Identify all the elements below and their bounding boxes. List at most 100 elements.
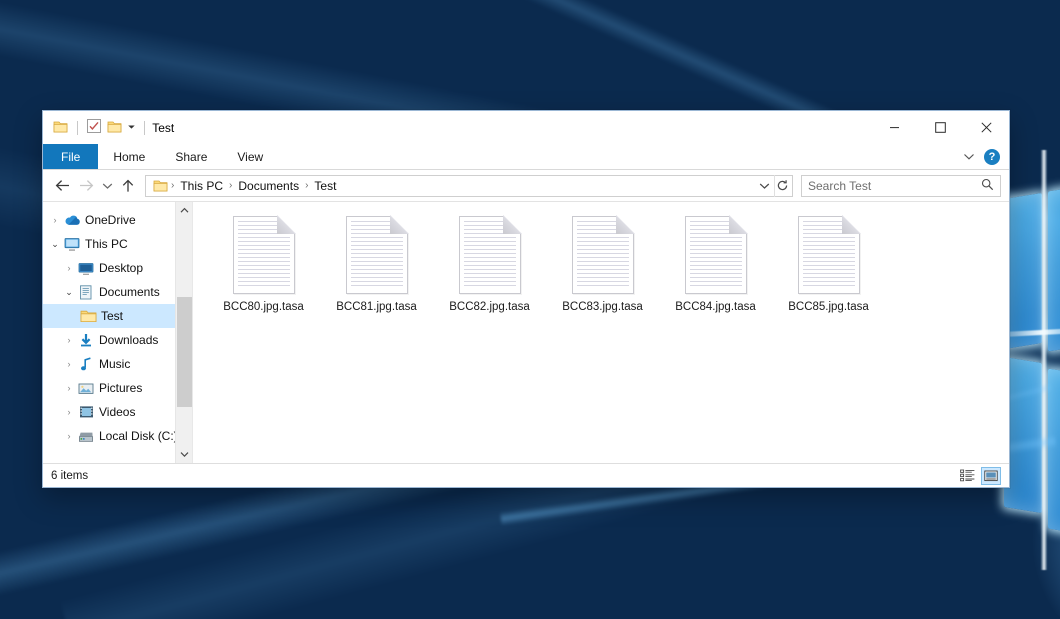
- sidebar-item-this-pc[interactable]: ⌄ This PC: [43, 232, 192, 256]
- sidebar-item-documents[interactable]: ⌄ Documents: [43, 280, 192, 304]
- sidebar-item-pictures[interactable]: › Pictures: [43, 376, 192, 400]
- sidebar-item-music[interactable]: › Music: [43, 352, 192, 376]
- close-button[interactable]: [963, 111, 1009, 144]
- address-bar[interactable]: › This PC › Documents › Test: [145, 175, 793, 197]
- music-icon: [77, 357, 95, 372]
- large-icons-view-button[interactable]: [981, 467, 1001, 485]
- file-name: BCC85.jpg.tasa: [788, 301, 869, 313]
- generic-file-icon: [685, 216, 747, 294]
- window-title: Test: [152, 121, 174, 135]
- file-name: BCC82.jpg.tasa: [449, 301, 530, 313]
- sidebar-item-downloads[interactable]: › Downloads: [43, 328, 192, 352]
- sidebar-item-onedrive[interactable]: › OneDrive: [43, 208, 192, 232]
- chevron-right-icon[interactable]: ›: [47, 215, 63, 225]
- tab-view[interactable]: View: [222, 144, 278, 169]
- sidebar-item-desktop[interactable]: › Desktop: [43, 256, 192, 280]
- sidebar-item-label: Test: [101, 309, 123, 323]
- file-name: BCC81.jpg.tasa: [336, 301, 417, 313]
- window-controls: [871, 111, 1009, 144]
- folder-tree: › OneDrive ⌄: [43, 202, 192, 448]
- chevron-down-icon[interactable]: ⌄: [61, 287, 77, 298]
- tab-home[interactable]: Home: [98, 144, 160, 169]
- breadcrumb: › This PC › Documents › Test: [170, 179, 756, 193]
- toolbar-separator: [77, 121, 78, 135]
- navigation-pane: › OneDrive ⌄: [43, 202, 193, 463]
- sidebar-item-label: Documents: [99, 285, 160, 299]
- title-bar: ⏷ Test: [43, 111, 1009, 144]
- forward-button[interactable]: [75, 175, 97, 197]
- item-count-label: 6 items: [51, 470, 88, 482]
- file-list-view[interactable]: BCC80.jpg.tasa BCC81.jpg.tasa: [193, 202, 1009, 463]
- search-input[interactable]: Search Test: [808, 179, 981, 193]
- back-button[interactable]: [51, 175, 73, 197]
- chevron-right-icon[interactable]: ›: [61, 383, 77, 393]
- generic-file-icon: [572, 216, 634, 294]
- sidebar-item-videos[interactable]: › Videos: [43, 400, 192, 424]
- navigation-scrollbar[interactable]: [175, 202, 192, 463]
- scrollbar-thumb[interactable]: [177, 297, 192, 407]
- windows-logo-mullion: [1041, 150, 1047, 570]
- tab-file[interactable]: File: [43, 144, 98, 169]
- address-folder-icon: [151, 179, 170, 192]
- chevron-right-icon[interactable]: ›: [61, 335, 77, 345]
- recent-locations-button[interactable]: [99, 175, 115, 197]
- maximize-button[interactable]: [917, 111, 963, 144]
- generic-file-icon: [459, 216, 521, 294]
- generic-file-icon: [346, 216, 408, 294]
- file-item[interactable]: BCC84.jpg.tasa: [659, 212, 772, 330]
- status-bar: 6 items: [43, 463, 1009, 487]
- sidebar-item-local-disk-c[interactable]: › Local Disk (C:): [43, 424, 192, 448]
- sidebar-item-label: This PC: [85, 237, 128, 251]
- breadcrumb-item-test[interactable]: Test: [309, 179, 341, 193]
- chevron-down-icon[interactable]: ⌄: [47, 239, 63, 250]
- tab-share[interactable]: Share: [160, 144, 222, 169]
- new-folder-icon[interactable]: [107, 120, 122, 136]
- chevron-right-icon[interactable]: ›: [61, 263, 77, 273]
- file-name: BCC84.jpg.tasa: [675, 301, 756, 313]
- chevron-down-icon[interactable]: ⏷: [128, 122, 135, 133]
- minimize-button[interactable]: [871, 111, 917, 144]
- file-item[interactable]: BCC83.jpg.tasa: [546, 212, 659, 330]
- address-dropdown-icon[interactable]: [756, 175, 772, 197]
- help-icon[interactable]: ?: [984, 149, 1000, 165]
- file-item[interactable]: BCC81.jpg.tasa: [320, 212, 433, 330]
- sidebar-item-label: Downloads: [99, 333, 158, 347]
- chevron-right-icon[interactable]: ›: [61, 431, 77, 441]
- properties-icon[interactable]: [87, 119, 101, 136]
- sidebar-item-label: OneDrive: [85, 213, 136, 227]
- search-box[interactable]: Search Test: [801, 175, 1001, 197]
- sidebar-item-label: Desktop: [99, 261, 143, 275]
- sidebar-item-label: Videos: [99, 405, 135, 419]
- drive-icon: [77, 430, 95, 443]
- file-grid: BCC80.jpg.tasa BCC81.jpg.tasa: [193, 202, 1009, 330]
- desktop: ⏷ Test File Home Share View: [0, 0, 1060, 619]
- file-item[interactable]: BCC80.jpg.tasa: [207, 212, 320, 330]
- breadcrumb-item-this-pc[interactable]: This PC: [175, 179, 228, 193]
- chevron-right-icon[interactable]: ›: [61, 359, 77, 369]
- refresh-icon[interactable]: [774, 175, 790, 197]
- breadcrumb-item-documents[interactable]: Documents: [233, 179, 304, 193]
- chevron-right-icon[interactable]: ›: [61, 407, 77, 417]
- scroll-up-icon[interactable]: [176, 202, 193, 219]
- cloud-icon: [63, 214, 81, 226]
- file-item[interactable]: BCC85.jpg.tasa: [772, 212, 885, 330]
- folder-icon[interactable]: [53, 120, 68, 136]
- file-item[interactable]: BCC82.jpg.tasa: [433, 212, 546, 330]
- windows-logo-pane: [1048, 185, 1060, 352]
- scrollbar-track[interactable]: [176, 219, 193, 446]
- details-view-button[interactable]: [957, 467, 977, 485]
- sidebar-item-test[interactable]: Test: [43, 304, 192, 328]
- address-bar-controls: [756, 175, 790, 197]
- scroll-down-icon[interactable]: [176, 446, 193, 463]
- toolbar-separator: [144, 121, 145, 135]
- pictures-icon: [77, 382, 95, 395]
- search-icon[interactable]: [981, 178, 994, 194]
- expand-ribbon-icon[interactable]: [963, 150, 975, 164]
- up-button[interactable]: [117, 175, 139, 197]
- sidebar-item-label: Pictures: [99, 381, 142, 395]
- address-bar-row: › This PC › Documents › Test: [43, 170, 1009, 201]
- download-icon: [77, 333, 95, 348]
- monitor-icon: [63, 237, 81, 251]
- generic-file-icon: [233, 216, 295, 294]
- sidebar-item-label: Local Disk (C:): [99, 429, 178, 443]
